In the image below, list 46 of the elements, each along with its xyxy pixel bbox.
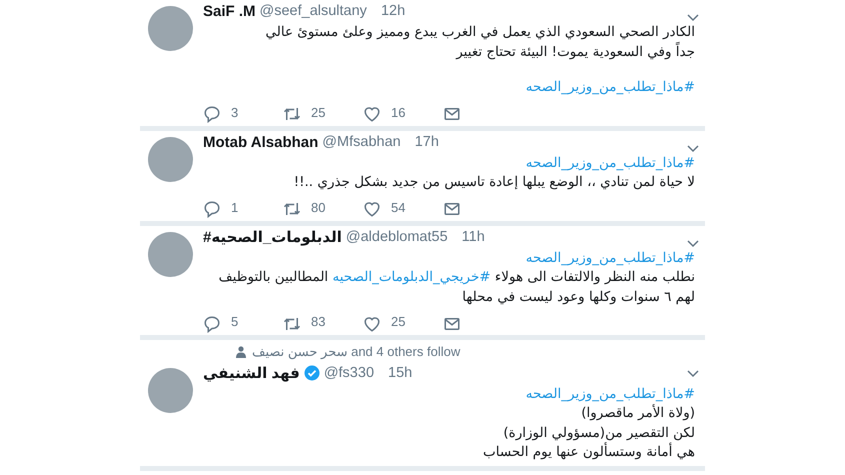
like-count: 54: [391, 198, 406, 217]
avatar-photo-placeholder: [148, 136, 193, 182]
tweet-time[interactable]: 11h: [462, 228, 485, 246]
user-name[interactable]: #الدبلومات_الصحيه: [203, 228, 342, 246]
social-context-text: سحر حسن نصيف and 4 others follow: [252, 343, 460, 362]
like-count: 16: [391, 104, 406, 122]
tweet-time[interactable]: 15h: [388, 364, 412, 382]
like-count: 25: [391, 313, 406, 332]
avatar-photo-placeholder: [148, 232, 193, 276]
reply-count: 5: [231, 313, 238, 332]
hashtag-link[interactable]: #ماذا_تطلب_من_وزير_الصحه: [526, 79, 695, 95]
tweet-text-line: الكادر الصحي السعودي الذي يعمل في الغرب يبدع ومميز وعلئ مستوئ عالي: [265, 23, 695, 42]
tweet-text-line: هي أمانة وستسألون عنها يوم الحساب: [483, 443, 695, 462]
user-name[interactable]: Motab Alsabhan: [203, 132, 318, 152]
tweet-text-line: (ولاة الأمر ماقصروا): [581, 404, 695, 423]
tweet-text-line: نطلب منه النظر والالتفات الى هولاء #خريجي_الدبلومات_الصحيه المطالبين بالتوظيف: [218, 268, 695, 287]
hashtag-link[interactable]: #خريجي_الدبلومات_الصحيه: [332, 269, 491, 285]
reply-count: 1: [231, 198, 238, 217]
hashtag-link[interactable]: #ماذا_تطلب_من_وزير_الصحه: [526, 386, 695, 402]
tweet-time[interactable]: 17h: [414, 132, 439, 152]
reply-count: 3: [231, 104, 238, 122]
hashtag-link[interactable]: #ماذا_تطلب_من_وزير_الصحه: [526, 250, 695, 266]
tweet-text-line: لكن التقصير من(مسؤولي الوزارة): [503, 424, 695, 442]
retweet-count: 25: [311, 104, 326, 122]
chevron-down-icon[interactable]: [687, 370, 699, 378]
tweet-time[interactable]: 12h: [380, 2, 406, 21]
tweet-text-line: لهم ٦ سنوات وكلها وعود ليست في محلها: [462, 288, 695, 306]
person-icon: [236, 346, 246, 358]
tweet-text-line: لا حياة لمن تنادي ،، الوضع يبلها إعادة تاسيس من جديد بشكل جذري ..!!: [294, 173, 695, 192]
hashtag-link[interactable]: #ماذا_تطلب_من_وزير_الصحه: [526, 154, 695, 170]
user-handle[interactable]: @fs330: [324, 364, 374, 382]
reply-icon[interactable]: [203, 198, 221, 216]
chevron-down-icon[interactable]: [687, 240, 699, 248]
avatar-photo-placeholder: [148, 368, 193, 413]
tweet-text-line: جداً وفي السعودية يموت! البيئة تحتاج تغيير: [456, 42, 695, 62]
user-handle[interactable]: @seef_alsultany: [260, 2, 367, 21]
user-handle[interactable]: @aldeblomat55: [346, 228, 448, 246]
avatar-photo-placeholder: [148, 6, 193, 51]
user-name[interactable]: SaiF .M: [203, 2, 256, 21]
user-handle[interactable]: @Mfsabhan: [322, 132, 401, 152]
chevron-down-icon[interactable]: [687, 144, 699, 152]
reply-icon[interactable]: [203, 104, 221, 122]
retweet-count: 83: [311, 313, 326, 332]
retweet-count: 80: [311, 198, 326, 217]
chevron-down-icon[interactable]: [687, 14, 699, 22]
user-name[interactable]: فهد الشنيفي: [203, 364, 300, 382]
